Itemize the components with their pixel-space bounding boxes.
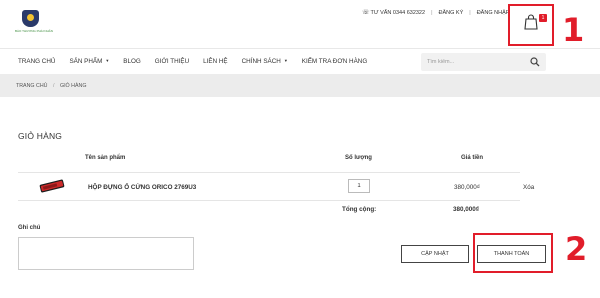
total-value: 380,000₫ [453, 206, 479, 213]
nav-item-blog[interactable]: BLOG [123, 58, 141, 65]
breadcrumb-separator: / [52, 83, 55, 89]
top-links: ☏ TƯ VẤN 0344 632322 | ĐĂNG KÝ | ĐĂNG NH… [362, 9, 510, 17]
product-price: 380,000₫ [454, 184, 480, 191]
register-link[interactable]: ĐĂNG KÝ [439, 10, 464, 16]
logo-shield-icon [22, 10, 39, 27]
callout-number-1: 1 [562, 11, 585, 49]
column-header-name: Tên sản phẩm [85, 155, 126, 161]
breadcrumb-current: GIỎ HÀNG [59, 83, 87, 89]
checkout-highlight-box [473, 233, 553, 273]
breadcrumb: TRANG CHỦ / GIỎ HÀNG [16, 83, 86, 89]
nav-item-contact[interactable]: LIÊN HỆ [203, 58, 228, 65]
note-label: Ghi chú [18, 225, 41, 231]
nav-item-policy-label: CHÍNH SÁCH [241, 58, 281, 65]
shopping-bag-icon[interactable] [523, 14, 539, 30]
table-divider [18, 200, 520, 201]
nav-item-policy[interactable]: CHÍNH SÁCH ▼ [242, 58, 288, 65]
column-header-price: Giá tiền [461, 155, 484, 161]
nav-divider [0, 48, 600, 49]
caret-down-icon: ▼ [105, 58, 110, 63]
product-thumbnail[interactable] [38, 179, 66, 193]
product-name[interactable]: HỘP ĐỰNG Ổ CỨNG ORICO 2769U3 [88, 184, 196, 191]
breadcrumb-home[interactable]: TRANG CHỦ [16, 83, 48, 89]
page-title: GIỎ HÀNG [18, 131, 63, 141]
breadcrumb-bar [0, 74, 600, 97]
nav-item-products-label: SẢN PHẨM [69, 58, 103, 65]
table-divider [18, 172, 520, 173]
nav-item-products[interactable]: SẢN PHẨM ▼ [69, 58, 109, 65]
quantity-input[interactable] [348, 179, 370, 193]
remove-item-link[interactable]: Xóa [523, 184, 534, 191]
login-link[interactable]: ĐĂNG NHẬP [477, 10, 510, 16]
divider: | [431, 9, 433, 16]
main-nav: TRANG CHỦ SẢN PHẨM ▼ BLOG GIỚI THIỆU LIÊN… [18, 58, 381, 65]
search-icon[interactable] [530, 57, 540, 67]
phone-icon: ☏ [362, 10, 370, 16]
caret-down-icon: ▼ [283, 58, 288, 63]
nav-item-order-check[interactable]: KIỂM TRA ĐƠN HÀNG [302, 58, 367, 65]
column-header-quantity: Số lượng [345, 155, 372, 161]
update-cart-button[interactable]: CẬP NHẬT [401, 245, 469, 263]
cart-count-badge: 1 [539, 14, 547, 22]
nav-item-home[interactable]: TRANG CHỦ [18, 58, 55, 65]
nav-item-about[interactable]: GIỚI THIỆU [155, 58, 189, 65]
search-box [421, 53, 546, 71]
site-logo[interactable]: BẢO THƯƠNG PHẢI NHÂN [15, 10, 53, 36]
logo-text: BẢO THƯƠNG PHẢI NHÂN [15, 29, 53, 33]
callout-number-2: 2 [565, 230, 588, 268]
search-input[interactable] [427, 53, 527, 71]
total-label: Tổng cộng: [342, 206, 377, 213]
note-textarea[interactable] [18, 237, 194, 270]
hotline-label[interactable]: TƯ VẤN 0344 632322 [371, 10, 426, 16]
divider: | [469, 9, 471, 16]
